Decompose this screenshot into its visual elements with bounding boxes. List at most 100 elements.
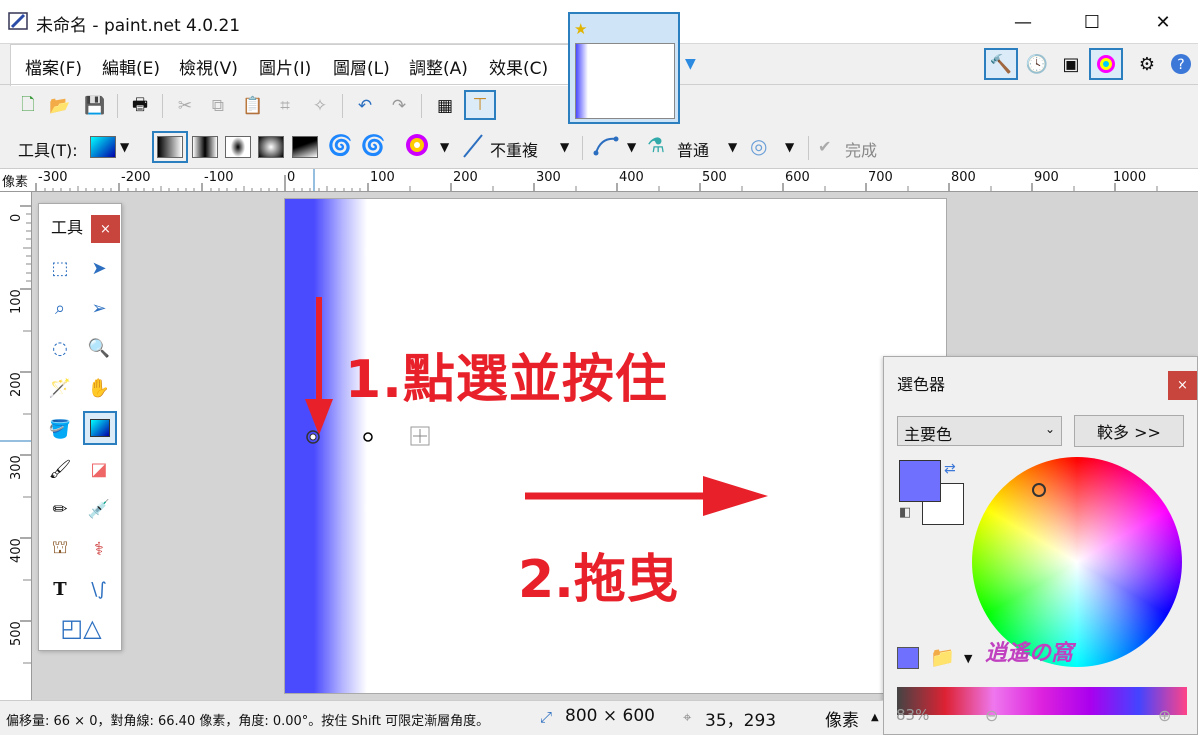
zoom-icon[interactable]: 🔍 — [85, 334, 113, 362]
pan-hand-icon[interactable]: ✋ — [85, 374, 113, 402]
blend-mode-select[interactable]: 普通 — [677, 137, 709, 161]
selection-clipping-icon[interactable]: ◎ — [750, 134, 767, 158]
layers-icon[interactable]: ▣ — [1054, 48, 1088, 80]
move-selected-icon[interactable]: ➤ — [85, 254, 113, 282]
zoom-in-icon[interactable]: ⊕ — [1158, 706, 1171, 725]
diamond-gradient-icon[interactable] — [225, 136, 251, 158]
gradient-tool-icon[interactable] — [83, 411, 117, 445]
image-list-dropdown-icon[interactable]: ▼ — [685, 56, 696, 72]
text-icon[interactable]: T — [46, 575, 74, 603]
spiral-ccw-gradient-icon[interactable]: 🌀 — [360, 133, 386, 157]
chevron-down-icon[interactable]: ▼ — [560, 140, 569, 154]
menu-view[interactable]: 檢視(V) — [179, 54, 238, 79]
repeat-mode-icon — [462, 133, 484, 163]
color-mode-icon[interactable] — [405, 133, 429, 161]
annotation-step2: 2.拖曳 — [518, 550, 678, 610]
new-file-icon[interactable]: 🗋 — [15, 94, 41, 118]
color-wheel-handle[interactable] — [1032, 483, 1046, 497]
crop-icon[interactable]: ⌗ — [272, 94, 298, 118]
vertical-ruler: 0 100 200 300 400 500 — [0, 192, 32, 700]
colors-window-title: 選色器 — [897, 375, 946, 394]
save-icon[interactable]: 💾 — [82, 94, 108, 118]
divider — [342, 94, 343, 118]
ruler-unit-label: 像素 — [2, 171, 29, 190]
help-icon[interactable]: ? — [1164, 48, 1198, 80]
antialias-icon[interactable] — [593, 133, 619, 161]
maximize-button[interactable]: ☐ — [1069, 0, 1115, 44]
chevron-down-icon[interactable]: ▼ — [728, 140, 737, 154]
tool-options-bar: 工具(T): ▼ 🌀 🌀 ▼ 不重複 ▼ ▼ ⚗ 普通 ▼ ◎ ▼ ✔ 完成 — [0, 126, 1198, 168]
open-file-icon[interactable]: 📂 — [47, 94, 73, 118]
chevron-down-icon[interactable]: ▼ — [440, 140, 449, 154]
unit-select[interactable]: 像素 — [825, 706, 859, 731]
palette-menu-icon[interactable]: 📁 — [930, 645, 955, 669]
chevron-down-icon[interactable]: ▼ — [627, 140, 636, 154]
chevron-down-icon[interactable]: ▼ — [120, 140, 129, 154]
window-title: 未命名 - paint.net 4.0.21 — [36, 16, 241, 36]
more-button[interactable]: 較多 >> — [1074, 415, 1184, 447]
clone-stamp-icon[interactable]: ⛫ — [46, 535, 74, 563]
radial-gradient-icon[interactable] — [258, 136, 284, 158]
move-selection-icon[interactable]: ➢ — [85, 294, 113, 322]
grid-icon[interactable]: ▦ — [432, 94, 458, 118]
ruler-label: -100 — [204, 170, 234, 185]
repeat-mode-select[interactable]: 不重複 — [490, 137, 538, 161]
menu-image[interactable]: 圖片(I) — [259, 54, 311, 79]
print-icon[interactable]: 🖶 — [127, 94, 153, 118]
ruler-label: 900 — [1034, 170, 1059, 185]
menu-file[interactable]: 檔案(F) — [25, 54, 82, 79]
swap-colors-icon[interactable]: ⇄ — [944, 461, 956, 477]
menu-effects[interactable]: 效果(C) — [489, 54, 548, 79]
colors-window-toggle-icon[interactable] — [1089, 48, 1123, 80]
chevron-up-icon[interactable]: ▲ — [871, 712, 879, 723]
spiral-cw-gradient-icon[interactable]: 🌀 — [327, 133, 353, 157]
ruler-toggle-icon[interactable]: ⊤ — [464, 90, 496, 120]
history-icon[interactable]: 🕓 — [1020, 48, 1054, 80]
menu-edit[interactable]: 編輯(E) — [102, 54, 160, 79]
eraser-icon[interactable]: ◪ — [85, 455, 113, 483]
linear-reflected-gradient-icon[interactable] — [192, 136, 218, 158]
linear-gradient-icon[interactable] — [152, 131, 188, 163]
checkmark-icon: ✔ — [818, 137, 832, 156]
deselect-icon[interactable]: ✧ — [307, 94, 333, 118]
redo-icon[interactable]: ↷ — [386, 94, 412, 118]
zoom-out-icon[interactable]: ⊖ — [985, 706, 998, 725]
menu-layers[interactable]: 圖層(L) — [333, 54, 390, 79]
paint-bucket-icon[interactable]: 🪣 — [46, 415, 74, 443]
ellipse-select-icon[interactable]: ◌ — [46, 334, 74, 362]
tools-close-button[interactable]: × — [91, 215, 120, 243]
paste-icon[interactable]: 📋 — [240, 94, 266, 118]
star-icon: ★ — [574, 20, 588, 38]
copy-icon[interactable]: ⧉ — [205, 94, 231, 118]
minimize-button[interactable]: — — [1000, 0, 1046, 44]
cut-icon[interactable]: ✂ — [172, 94, 198, 118]
magic-wand-icon[interactable]: 🪄 — [46, 374, 74, 402]
image-canvas[interactable]: 1.點選並按住 2.拖曳 — [284, 198, 947, 694]
paintbrush-icon[interactable]: 🖌 — [46, 455, 74, 483]
color-target-value: 主要色 — [904, 425, 953, 444]
menu-adjustments[interactable]: 調整(A) — [409, 54, 468, 79]
color-palette[interactable] — [897, 687, 1187, 715]
pencil-icon[interactable]: ✏ — [46, 495, 74, 523]
tools-window-toggle-icon[interactable]: 🔨 — [984, 48, 1018, 80]
color-picker-icon[interactable]: 💉 — [85, 495, 113, 523]
add-color-to-palette-icon[interactable] — [897, 647, 919, 669]
chevron-down-icon[interactable]: ▼ — [964, 652, 972, 665]
undo-icon[interactable]: ↶ — [352, 94, 378, 118]
current-tool-gradient-icon[interactable] — [90, 136, 116, 158]
color-target-select[interactable]: 主要色 ⌄ — [897, 416, 1062, 446]
reset-colors-icon[interactable]: ◧ — [899, 505, 911, 520]
conical-gradient-icon[interactable] — [292, 136, 318, 158]
shapes-icon[interactable]: ◰△ — [51, 612, 111, 644]
colors-close-button[interactable]: × — [1168, 371, 1197, 400]
primary-color-swatch[interactable] — [899, 460, 941, 502]
zoom-level[interactable]: 83% — [896, 706, 929, 724]
recolor-icon[interactable]: ⚕ — [85, 535, 113, 563]
chevron-down-icon[interactable]: ▼ — [785, 140, 794, 154]
rectangle-select-icon[interactable]: ⬚ — [46, 254, 74, 282]
settings-gear-icon[interactable]: ⚙ — [1130, 48, 1164, 80]
lasso-select-icon[interactable]: ⌕ — [46, 294, 74, 322]
line-curve-icon[interactable]: \∫ — [85, 575, 113, 603]
finish-button[interactable]: 完成 — [845, 137, 877, 161]
close-button[interactable]: ✕ — [1140, 0, 1186, 44]
